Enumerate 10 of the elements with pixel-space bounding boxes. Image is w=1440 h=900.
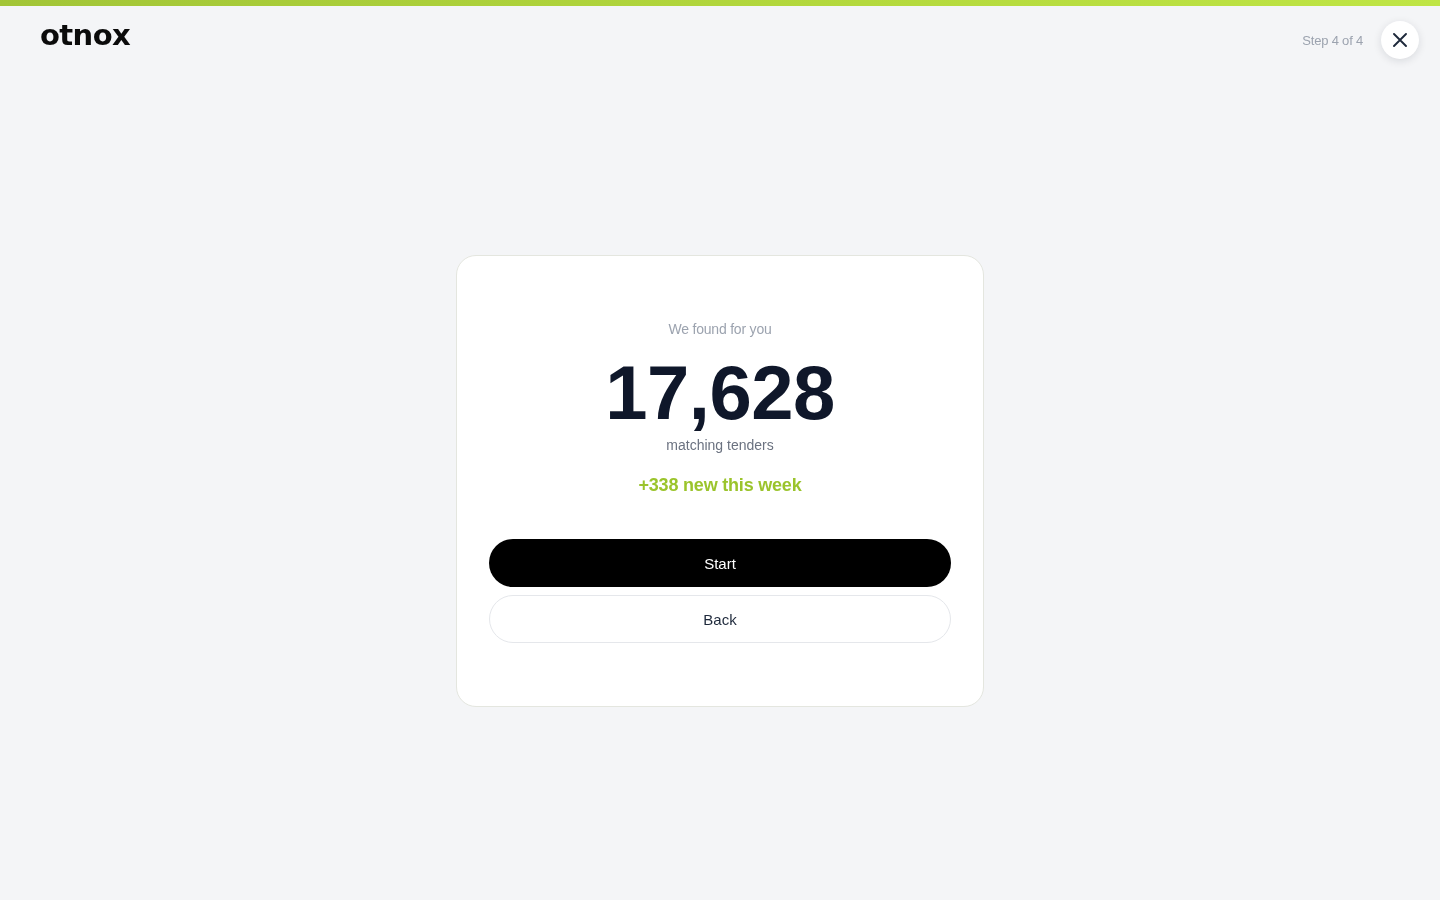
start-button[interactable]: Start	[489, 539, 951, 587]
intro-text: We found for you	[668, 320, 772, 338]
back-button[interactable]: Back	[489, 595, 951, 643]
step-indicator: Step 4 of 4	[1302, 32, 1363, 48]
weekly-new-count: +338 new this week	[638, 474, 802, 497]
tender-count: 17,628	[605, 355, 835, 431]
close-button[interactable]	[1381, 21, 1419, 59]
count-label: matching tenders	[666, 436, 774, 454]
logo: otnox	[40, 20, 131, 50]
close-icon	[1393, 33, 1407, 47]
